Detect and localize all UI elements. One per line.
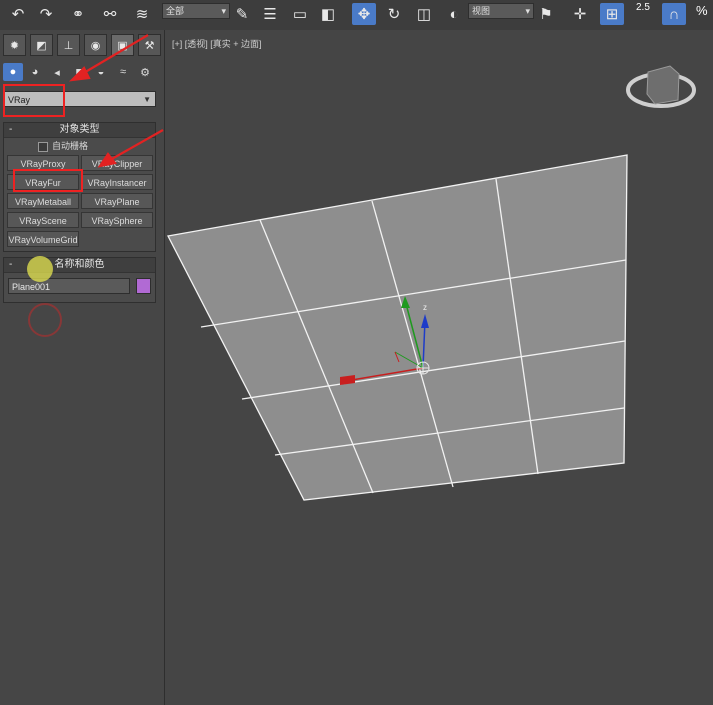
undo-icon[interactable]: ↶ bbox=[6, 3, 30, 25]
object-type-rollout-header[interactable]: - 对象类型 bbox=[4, 123, 155, 138]
unlink-icon[interactable]: ⚯ bbox=[98, 3, 122, 25]
object-color-swatch[interactable] bbox=[136, 278, 151, 294]
display-tab-icon[interactable]: ▣ bbox=[111, 34, 134, 56]
object-name-field[interactable]: Plane001 bbox=[8, 278, 130, 294]
command-panel-tabs: ✹ ◩ ⊥ ◉ ▣ ⚒ bbox=[3, 34, 161, 56]
percent-snap-icon[interactable]: % bbox=[696, 3, 708, 18]
autogrid-label: 自动栅格 bbox=[52, 141, 89, 151]
vrayvolumegrid-button[interactable]: VRayVolumeGrid bbox=[7, 231, 79, 247]
plane-object bbox=[167, 154, 628, 501]
autogrid-checkbox[interactable] bbox=[38, 142, 48, 152]
reference-coord-dropdown[interactable]: 视图 ▾ bbox=[468, 3, 534, 19]
hierarchy-tab-icon[interactable]: ⊥ bbox=[57, 34, 80, 56]
main-toolbar: ↶ ↷ ⚭ ⚯ ≋ 全部 ▾ ✎ ☰ ▭ ◧ ✥ ↻ ◫ ◐ 视图 ▾ ⚑ ✛ ⊞ … bbox=[0, 0, 713, 31]
annotation-box-category bbox=[3, 84, 65, 117]
vrayscene-button[interactable]: VRayScene bbox=[7, 212, 79, 228]
vraymetaball-button[interactable]: VRayMetaball bbox=[7, 193, 79, 209]
modify-tab-icon[interactable]: ◩ bbox=[30, 34, 53, 56]
angle-snap-badge[interactable]: 2.5 bbox=[636, 2, 650, 13]
align-icon[interactable]: ✛ bbox=[568, 3, 592, 25]
vraysphere-button[interactable]: VRaySphere bbox=[81, 212, 153, 228]
utilities-tab-icon[interactable]: ⚒ bbox=[138, 34, 161, 56]
cursor-highlight bbox=[27, 256, 53, 282]
systems-icon[interactable]: ⚙ bbox=[135, 63, 155, 81]
create-categories: ● ◕ ◂ ■ ◒ ≈ ⚙ bbox=[3, 63, 155, 81]
cameras-icon[interactable]: ■ bbox=[69, 63, 89, 81]
select-object-icon[interactable]: ✎ bbox=[230, 3, 254, 25]
vrayplane-button[interactable]: VRayPlane bbox=[81, 193, 153, 209]
geometry-icon[interactable]: ● bbox=[3, 63, 23, 81]
motion-tab-icon[interactable]: ◉ bbox=[84, 34, 107, 56]
select-by-name-icon[interactable]: ☰ bbox=[258, 3, 282, 25]
move-icon[interactable]: ✥ bbox=[352, 3, 376, 25]
window-crossing-icon[interactable]: ◧ bbox=[316, 3, 340, 25]
angle-snap-icon[interactable]: ∩ bbox=[662, 3, 686, 25]
create-tab-icon[interactable]: ✹ bbox=[3, 34, 26, 56]
perspective-viewport[interactable]: [+] [透视] [真实 + 边面] z bbox=[165, 30, 713, 705]
lights-icon[interactable]: ◂ bbox=[47, 63, 67, 81]
z-axis-label: z bbox=[423, 303, 427, 312]
snap-toggle-icon[interactable]: ⊞ bbox=[600, 3, 624, 25]
bind-space-warp-icon[interactable]: ≋ bbox=[130, 3, 154, 25]
helpers-icon[interactable]: ◒ bbox=[91, 63, 111, 81]
shapes-icon[interactable]: ◕ bbox=[25, 63, 45, 81]
vrayclipper-button[interactable]: VRayClipper bbox=[81, 155, 153, 171]
command-panel: ✹ ◩ ⊥ ◉ ▣ ⚒ ● ◕ ◂ ■ ◒ ≈ ⚙ VRay ▼ - 对象类型 自… bbox=[0, 30, 165, 705]
space-warps-icon[interactable]: ≈ bbox=[113, 63, 133, 81]
viewport-canvas: z bbox=[167, 65, 696, 501]
annotation-box-vrayfur bbox=[13, 169, 83, 192]
link-icon[interactable]: ⚭ bbox=[66, 3, 90, 25]
redo-icon[interactable]: ↷ bbox=[34, 3, 58, 25]
viewcube[interactable] bbox=[626, 65, 696, 108]
use-pivot-center-icon[interactable]: ◐ bbox=[442, 3, 466, 25]
click-ripple bbox=[28, 303, 62, 337]
mirror-icon[interactable]: ⚑ bbox=[534, 3, 558, 25]
selection-filter-dropdown[interactable]: 全部 ▾ bbox=[162, 3, 230, 19]
rotate-icon[interactable]: ↻ bbox=[382, 3, 406, 25]
autogrid-row: 自动栅格 bbox=[4, 138, 155, 154]
scale-icon[interactable]: ◫ bbox=[412, 3, 436, 25]
vrayinstancer-button[interactable]: VRayInstancer bbox=[81, 174, 153, 190]
rect-selection-icon[interactable]: ▭ bbox=[288, 3, 312, 25]
